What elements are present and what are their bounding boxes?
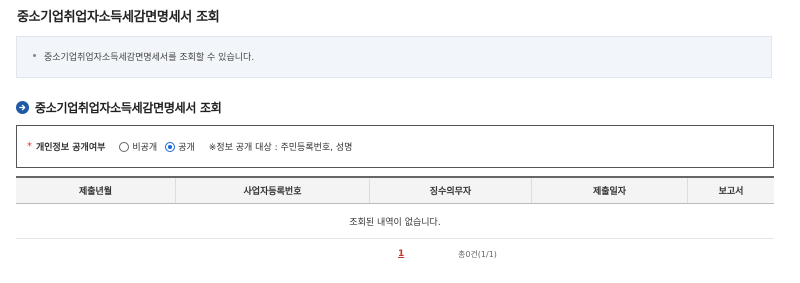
- results-table: 제출년월 사업자등록번호 징수의무자 제출일자 보고서 조회된 내역이 없습니다…: [16, 176, 774, 239]
- privacy-disclosure-label: 개인정보 공개여부: [36, 143, 106, 153]
- radio-label-public: 공개: [178, 143, 195, 153]
- required-mark: *: [27, 141, 32, 152]
- radio-option-public[interactable]: 공개: [165, 140, 195, 153]
- disclosure-note: ※정보 공개 대상 : 주민등록번호, 성명: [208, 143, 353, 153]
- arrow-right-circle-icon: [16, 101, 29, 114]
- radio-option-private[interactable]: 비공개: [119, 140, 157, 153]
- pagination: 1 총0건(1/1): [0, 249, 800, 263]
- radio-label-private: 비공개: [132, 143, 158, 153]
- section-title: 중소기업취업자소득세감면명세서 조회: [35, 101, 222, 115]
- column-header-report[interactable]: 보고서: [688, 178, 774, 203]
- radio-button-private[interactable]: [119, 141, 130, 152]
- bullet-icon: [33, 54, 36, 57]
- table-header: 제출년월 사업자등록번호 징수의무자 제출일자 보고서: [16, 178, 774, 204]
- info-box: 중소기업취업자소득세감면명세서를 조회할 수 있습니다.: [16, 36, 772, 78]
- column-header-submit-date[interactable]: 제출일자: [532, 178, 688, 203]
- total-count: 총0건(1/1): [458, 250, 497, 259]
- page-title: 중소기업취업자소득세감면명세서 조회: [17, 10, 220, 25]
- info-message: 중소기업취업자소득세감면명세서를 조회할 수 있습니다.: [44, 53, 255, 63]
- column-header-business-number[interactable]: 사업자등록번호: [176, 178, 370, 203]
- column-header-submit-month[interactable]: 제출년월: [16, 178, 176, 203]
- radio-button-public[interactable]: [165, 141, 176, 152]
- column-header-withholding-agent[interactable]: 징수의무자: [370, 178, 532, 203]
- filter-panel: * 개인정보 공개여부 비공개 공개 ※정보 공개 대상 : 주민등록번호, 성…: [16, 125, 774, 168]
- section-header: 중소기업취업자소득세감면명세서 조회: [16, 99, 222, 116]
- empty-message: 조회된 내역이 없습니다.: [16, 204, 774, 239]
- page-link-current[interactable]: 1: [398, 249, 404, 259]
